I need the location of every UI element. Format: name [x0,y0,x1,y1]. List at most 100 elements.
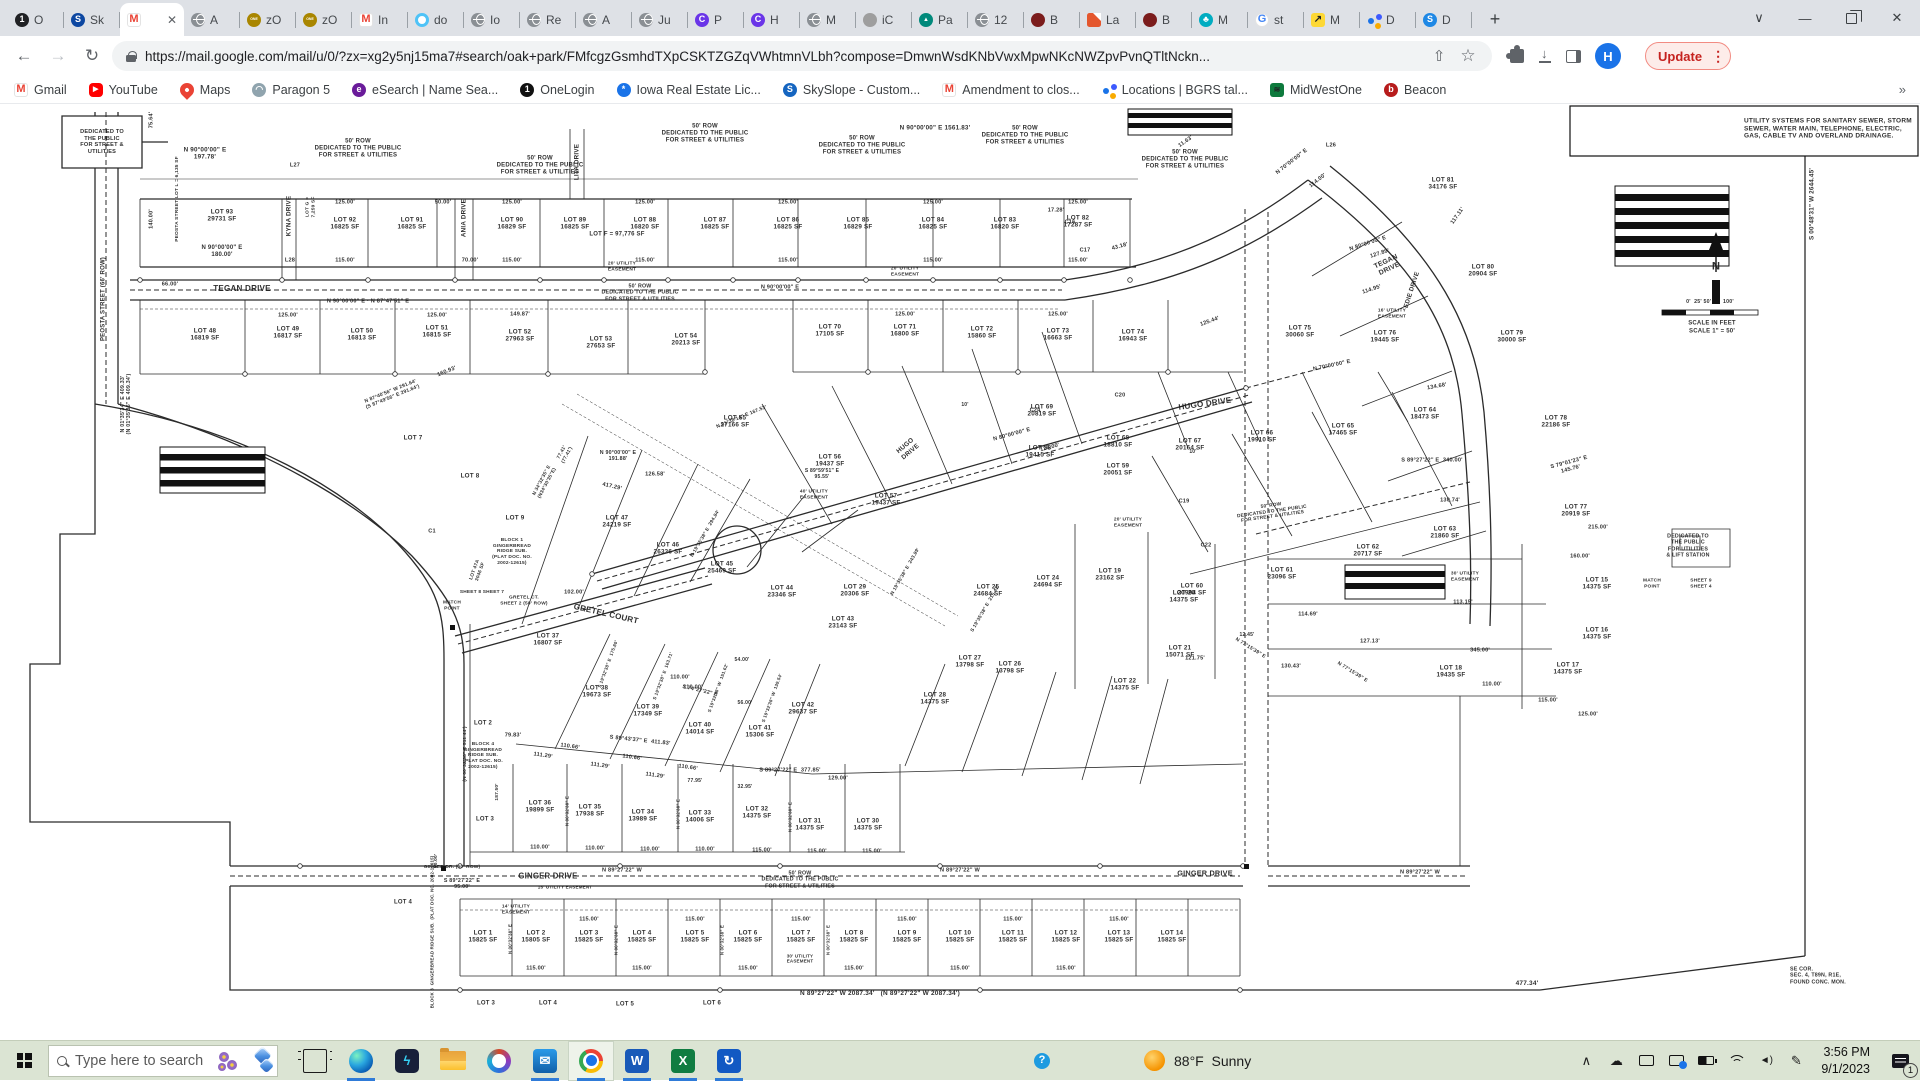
reload-button[interactable]: ↻ [78,42,106,70]
weather-widget[interactable]: 88°F Sunny [1132,1041,1263,1081]
address-bar[interactable]: https://mail.google.com/mail/u/0/?zx=xg2… [112,41,1492,71]
bookmarks-bar: MGmail ▶YouTube Maps ◠Paragon 5 eeSearch | N… [0,76,1920,104]
browser-tab-17[interactable]: ▲Pa [912,3,968,36]
browser-tab-3[interactable]: M✕ [120,3,184,36]
taskbar-app-lightning-app[interactable]: ϟ [384,1041,430,1081]
browser-tab-1[interactable]: 1O [8,3,64,36]
browser-tab-26[interactable]: SD [1416,3,1472,36]
browser-tab-21[interactable]: B [1136,3,1192,36]
browser-tab-4[interactable]: A [184,3,240,36]
new-tab-button[interactable]: + [1482,6,1508,32]
taskbar-search[interactable]: Type here to search [48,1045,278,1077]
tab-close-icon[interactable]: ✕ [167,13,177,27]
tab-search-chevron-icon[interactable]: ∨ [1736,0,1782,36]
taskbar-app-edge[interactable] [338,1041,384,1081]
bookmark-locations-bgrs-tal[interactable]: Locations | BGRS tal... [1102,83,1248,97]
update-button[interactable]: Update ⋮ [1645,42,1731,70]
forward-button[interactable]: → [44,42,72,70]
bookmarks-list: MGmail ▶YouTube Maps ◠Paragon 5 eeSearch | N… [14,83,1446,97]
bookmark-iowa-real-estate-lic[interactable]: *Iowa Real Estate Lic... [617,83,761,97]
bookmark-esearch-name-sea[interactable]: eeSearch | Name Sea... [352,83,498,97]
browser-tab-19[interactable]: B [1024,3,1080,36]
taskbar-app-chrome[interactable] [568,1041,614,1081]
back-button[interactable]: ← [10,42,38,70]
bookmark-label: Maps [200,83,231,97]
taskbar-app-word[interactable]: W [614,1041,660,1081]
gmail-icon: M [14,83,28,97]
square-icon: ↗ [1311,13,1325,27]
tab-label: La [1106,13,1124,27]
browser-tab-10[interactable]: Re [520,3,576,36]
browser-tab-16[interactable]: iC [856,3,912,36]
bookmark-onelogin[interactable]: 1OneLogin [520,83,594,97]
browser-tab-22[interactable]: ♣M [1192,3,1248,36]
url-text[interactable]: https://mail.google.com/mail/u/0/?zx=xg2… [145,49,1420,64]
display-status-icon[interactable] [1661,1041,1691,1081]
browser-tab-14[interactable]: CH [744,3,800,36]
notification-center-button[interactable]: 1 [1880,1041,1920,1081]
pin-icon [177,80,197,100]
globe-icon [527,13,541,27]
bookmarks-overflow-chevron[interactable]: » [1899,82,1906,97]
volume-icon[interactable]: ◄) [1751,1041,1781,1081]
browser-tab-7[interactable]: MIn [352,3,408,36]
browser-tab-15[interactable]: M [800,3,856,36]
bookmark-amendment-to-clos[interactable]: MAmendment to clos... [942,83,1079,97]
browser-tab-8[interactable]: do [408,3,464,36]
close-button[interactable]: ✕ [1874,0,1920,36]
bookmark-label: Beacon [1404,83,1446,97]
share-icon[interactable]: ⇧ [1429,47,1449,65]
onedrive-cloud-icon[interactable]: ☁ [1601,1041,1631,1081]
gmail-icon: M [942,83,956,97]
browser-tab-2[interactable]: SSk [64,3,120,36]
bookmark-paragon-5[interactable]: ◠Paragon 5 [252,83,330,97]
tab-label: A [602,13,620,27]
edge-icon [349,1049,373,1073]
downloads-icon[interactable] [1538,49,1552,63]
profile-avatar[interactable]: H [1595,43,1621,69]
windows-logo-icon [17,1053,32,1068]
browser-tab-18[interactable]: 12 [968,3,1024,36]
clock-date: 9/1/2023 [1821,1061,1870,1078]
start-button[interactable] [0,1041,48,1081]
bookmark-beacon[interactable]: bBeacon [1384,83,1446,97]
browser-tab-20[interactable]: La [1080,3,1136,36]
taskbar-app-excel[interactable]: X [660,1041,706,1081]
browser-tab-13[interactable]: CP [688,3,744,36]
menu-kebab-icon[interactable]: ⋮ [1710,48,1726,65]
browser-tab-25[interactable]: D [1360,3,1416,36]
browser-tab-12[interactable]: Ju [632,3,688,36]
browser-tab-9[interactable]: Io [464,3,520,36]
taskbar-app-task-view[interactable] [292,1041,338,1081]
bookmark-youtube[interactable]: ▶YouTube [89,83,158,97]
taskbar-app-file-explorer[interactable] [430,1041,476,1081]
browser-tab-5[interactable]: ONEzO [240,3,296,36]
taskbar-app-office[interactable] [476,1041,522,1081]
word-icon: W [625,1049,649,1073]
bookmark-skyslope-custom[interactable]: SSkySlope - Custom... [783,83,920,97]
bookmark-gmail[interactable]: MGmail [14,83,67,97]
browser-tab-11[interactable]: A [576,3,632,36]
cast-screen-icon[interactable] [1631,1041,1661,1081]
search-help-button[interactable]: ? [1012,1041,1072,1081]
taskbar-app-mail[interactable]: ✉ [522,1041,568,1081]
dots-icon [1367,13,1381,27]
extensions-icon[interactable] [1510,49,1524,63]
pen-icon[interactable]: ✎ [1781,1041,1811,1081]
taskbar-clock[interactable]: 3:56 PM 9/1/2023 [1811,1044,1880,1078]
browser-tab-6[interactable]: ONEzO [296,3,352,36]
taskbar-app-sync-app[interactable]: ↻ [706,1041,752,1081]
minimize-button[interactable]: — [1782,0,1828,36]
side-panel-icon[interactable] [1566,50,1581,63]
wifi-icon[interactable] [1721,1041,1751,1081]
browser-tab-23[interactable]: Gst [1248,3,1304,36]
bookmark-maps[interactable]: Maps [180,83,231,97]
browser-tab-24[interactable]: ↗M [1304,3,1360,36]
globe-icon [583,13,597,27]
battery-icon[interactable] [1691,1041,1721,1081]
bookmark-star-icon[interactable]: ☆ [1458,46,1478,66]
bookmark-midwestone[interactable]: ≋MidWestOne [1270,83,1362,97]
weather-condition: Sunny [1212,1053,1252,1069]
maximize-button[interactable] [1828,0,1874,36]
tray-expand-chevron-icon[interactable]: ∧ [1571,1041,1601,1081]
